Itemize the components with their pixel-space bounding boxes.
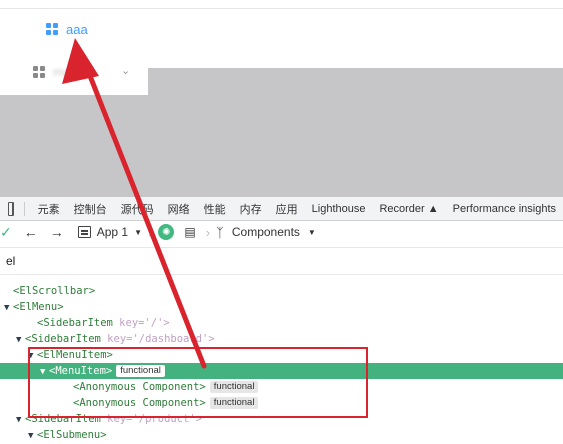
overlay-panel: [148, 68, 563, 197]
chevron-down-icon[interactable]: ⌄: [121, 65, 133, 77]
tree-row[interactable]: ▼<ElMenu>: [0, 299, 563, 315]
component-name: <SidebarItem: [25, 413, 101, 425]
functional-badge: functional: [210, 397, 259, 409]
component-name: <ElScrollbar>: [13, 285, 95, 297]
chevron-right-icon: ›: [148, 225, 152, 240]
menu-item-label: aaa: [66, 22, 88, 37]
search-input[interactable]: el: [6, 254, 15, 268]
component-name: <MenuItem>: [49, 365, 112, 377]
functional-badge: functional: [116, 365, 165, 377]
back-arrow-icon[interactable]: ←: [24, 224, 38, 240]
tree-row[interactable]: ▼<SidebarItem key='/dashboard'>: [0, 331, 563, 347]
tab-recorder[interactable]: Recorder ▲: [379, 203, 438, 215]
component-name: <ElMenuItem>: [37, 349, 113, 361]
tab-performance-insights[interactable]: Performance insights: [453, 203, 556, 215]
tab-network[interactable]: 网络: [168, 201, 190, 217]
functional-badge: functional: [210, 381, 259, 393]
app-selector[interactable]: App 1 ▼: [78, 225, 142, 239]
tree-row[interactable]: <SidebarItem key='/'>: [0, 315, 563, 331]
tab-console[interactable]: 控制台: [74, 201, 107, 217]
vue-devtools-toolbar: ✓ ← → App 1 ▼ › ✺ ▤ › ᛉ Components ▼: [0, 221, 563, 243]
component-name: <ElSubmenu>: [37, 429, 107, 441]
component-attrs: key='/product'>: [101, 413, 202, 425]
tab-elements[interactable]: 元素: [38, 201, 60, 217]
tree-row[interactable]: ▼<SidebarItem key='/product'>: [0, 411, 563, 427]
toggle-arrow-icon[interactable]: ▼: [16, 332, 25, 348]
toggle-arrow-icon[interactable]: ▼: [16, 412, 25, 428]
toggle-arrow-icon[interactable]: ▼: [4, 300, 13, 316]
chevron-right-icon: ›: [206, 225, 210, 240]
app-icon: [78, 226, 91, 238]
component-name: <Anonymous Component>: [73, 381, 206, 393]
menu-item-aaa[interactable]: aaa: [46, 20, 88, 38]
tree-row[interactable]: ▼<ElSubmenu>: [0, 427, 563, 443]
caret-down-icon: ▼: [134, 228, 142, 237]
grid-icon: [46, 23, 58, 35]
components-tree-icon: ᛉ: [216, 225, 224, 240]
flask-icon: ▲: [428, 203, 439, 215]
caret-down-icon: ▼: [308, 228, 316, 237]
tree-row[interactable]: <Anonymous Component> functional: [0, 379, 563, 395]
devtools-tab-bar: 元素 控制台 源代码 网络 性能 内存 应用 Lighthouse Record…: [0, 197, 563, 221]
components-selector[interactable]: ᛉ Components ▼: [216, 225, 316, 240]
tree-row[interactable]: ▼<MenuItem> functional: [0, 363, 563, 379]
toggle-arrow-icon[interactable]: ▼: [40, 364, 49, 380]
toggle-arrow-icon[interactable]: ▼: [28, 348, 37, 364]
timeline-icon[interactable]: ▤: [184, 225, 195, 239]
tab-lighthouse[interactable]: Lighthouse: [312, 203, 366, 215]
grid-icon: [33, 66, 45, 78]
submenu-item[interactable]: mani: [33, 62, 79, 82]
tab-performance[interactable]: 性能: [204, 201, 226, 217]
tree-row[interactable]: ▼<ElMenuItem>: [0, 347, 563, 363]
divider: [0, 8, 563, 9]
component-name: <SidebarItem: [37, 317, 113, 329]
tab-sources[interactable]: 源代码: [121, 201, 154, 217]
component-name: <Anonymous Component>: [73, 397, 206, 409]
tab-memory[interactable]: 内存: [240, 201, 262, 217]
toggle-arrow-icon[interactable]: ▼: [28, 428, 37, 444]
component-name: <SidebarItem: [25, 333, 101, 345]
tree-row[interactable]: <ElScrollbar>: [0, 283, 563, 299]
tree-row[interactable]: <Anonymous Component> functional: [0, 395, 563, 411]
dock-side-icon[interactable]: [8, 202, 14, 216]
tab-recorder-label: Recorder: [379, 203, 424, 215]
app-selector-label: App 1: [97, 225, 128, 239]
compass-icon[interactable]: ✺: [158, 224, 174, 240]
vue-logo-icon: ✓: [0, 224, 12, 241]
component-attrs: key='/'>: [113, 317, 170, 329]
component-search[interactable]: el: [0, 247, 563, 275]
submenu-label: mani: [53, 65, 79, 79]
forward-arrow-icon[interactable]: →: [50, 224, 64, 240]
component-name: <ElMenu>: [13, 301, 64, 313]
tab-application[interactable]: 应用: [276, 201, 298, 217]
component-attrs: key='/dashboard'>: [101, 333, 215, 345]
overlay-panel-left: [0, 95, 148, 197]
components-selector-label: Components: [232, 225, 300, 239]
component-tree: <ElScrollbar>▼<ElMenu><SidebarItem key='…: [0, 283, 563, 443]
